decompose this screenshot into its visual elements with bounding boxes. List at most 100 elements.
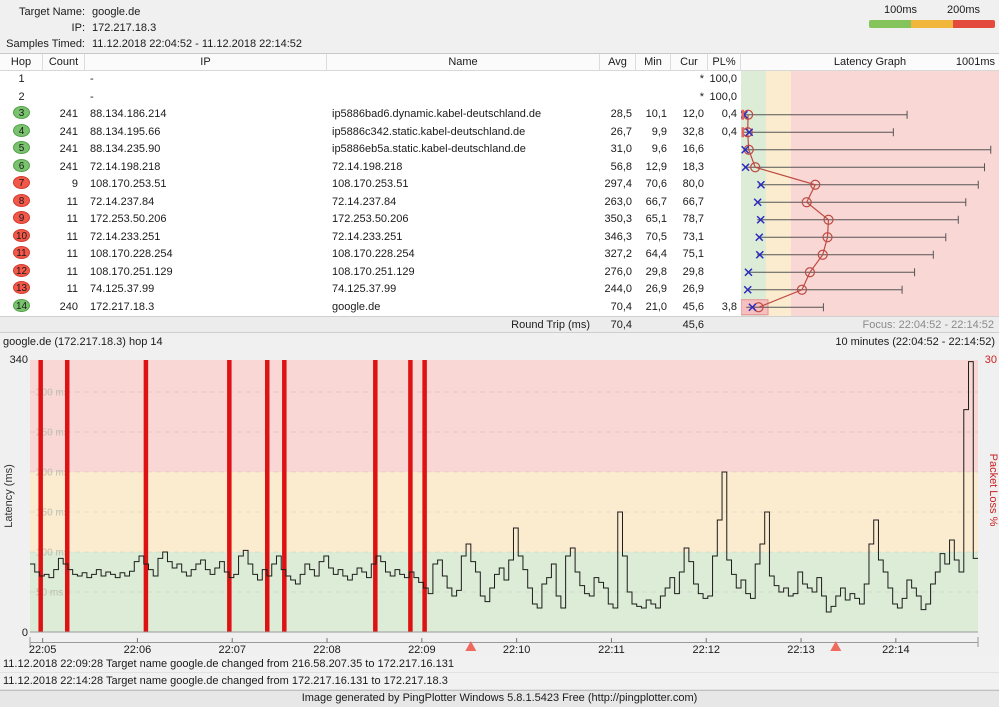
hop-status-badge: 14	[13, 299, 30, 312]
hop-pl: 100,0	[708, 89, 741, 107]
hop-number: 13	[0, 281, 43, 299]
hop-min	[636, 89, 671, 107]
hop-count: 11	[43, 194, 85, 212]
hop-avg: 70,4	[600, 299, 636, 317]
hop-name: 74.125.37.99	[327, 281, 600, 299]
hop-avg: 28,5	[600, 106, 636, 124]
col-header-cur[interactable]: Cur	[671, 54, 708, 71]
packet-loss-bar	[265, 360, 270, 632]
hop-min: 21,0	[636, 299, 671, 317]
hop-avg: 56,8	[600, 159, 636, 177]
hop-status-badge: 12	[13, 264, 30, 277]
packet-loss-bar	[38, 360, 43, 632]
timeline-graph[interactable]: 300 ms250 ms200 ms150 ms100 ms50 ms22:05…	[0, 350, 999, 656]
hop-name: 72.14.233.251	[327, 229, 600, 247]
hop-min: 10,1	[636, 106, 671, 124]
hop-name: google.de	[327, 299, 600, 317]
samples-timed-value: 11.12.2018 22:04:52 - 11.12.2018 22:14:5…	[92, 36, 302, 52]
hop-cur: 80,0	[671, 176, 708, 194]
hop-ip: 108.170.228.254	[85, 246, 327, 264]
hop-number: 4	[0, 124, 43, 142]
hop-cur: 26,9	[671, 281, 708, 299]
packet-loss-marker	[742, 127, 745, 137]
col-header-name[interactable]: Name	[327, 54, 600, 71]
time-tick-label: 22:10	[503, 644, 531, 656]
hop-ip: 108.170.253.51	[85, 176, 327, 194]
round-trip-cur: 45,6	[671, 317, 708, 334]
hop-avg	[600, 71, 636, 89]
hop-ip: 72.14.198.218	[85, 159, 327, 177]
hop-pl: 100,0	[708, 71, 741, 89]
hop-status-badge: 3	[13, 106, 30, 119]
packet-loss-bar	[282, 360, 287, 632]
hop-status-badge: 6	[13, 159, 30, 172]
pingplotter-window: Target Name: google.de IP: 172.217.18.3 …	[0, 0, 999, 706]
time-tick-label: 22:11	[598, 644, 625, 656]
hop-table-body: 1-*100,02-*100,0324188.134.186.214ip5886…	[0, 71, 999, 316]
col-header-hop[interactable]: Hop	[0, 54, 43, 71]
latency-color-legend: 100ms 200ms	[869, 4, 995, 28]
round-trip-row: Round Trip (ms) 70,4 45,6 Focus: 22:04:5…	[0, 316, 999, 333]
hop-ip: 172.253.50.206	[85, 211, 327, 229]
packet-loss-bar	[408, 360, 413, 632]
hop-status-badge: 9	[13, 211, 30, 224]
hop-status-badge: 8	[13, 194, 30, 207]
col-header-count[interactable]: Count	[43, 54, 85, 71]
col-header-ip[interactable]: IP	[85, 54, 327, 71]
hop-status-badge: 4	[13, 124, 30, 137]
hop-ip: 72.14.237.84	[85, 194, 327, 212]
hop-pl	[708, 246, 741, 264]
hop-cur: 12,0	[671, 106, 708, 124]
hop-number: 9	[0, 211, 43, 229]
ip-label: IP:	[0, 20, 85, 36]
legend-200ms-label: 200ms	[932, 4, 995, 18]
hop-count: 9	[43, 176, 85, 194]
hop-status-badge: 7	[13, 176, 30, 189]
hop-avg: 26,7	[600, 124, 636, 142]
col-header-min[interactable]: Min	[636, 54, 671, 71]
col-header-latency-graph[interactable]: Latency Graph1001ms	[741, 54, 999, 71]
hop-status-badge: 5	[13, 141, 30, 154]
hop-table-header: HopCountIPNameAvgMinCurPL%Latency Graph1…	[0, 54, 999, 71]
hop-count: 11	[43, 246, 85, 264]
hop-pl	[708, 229, 741, 247]
hop-count	[43, 89, 85, 107]
hop-min: 70,5	[636, 229, 671, 247]
time-tick-label: 22:06	[124, 644, 152, 656]
hop-cur: 66,7	[671, 194, 708, 212]
timeline-header: google.de (172.217.18.3) hop 14 10 minut…	[0, 333, 999, 350]
hop-min: 29,8	[636, 264, 671, 282]
hop-cur: 32,8	[671, 124, 708, 142]
col-header-pl-[interactable]: PL%	[708, 54, 741, 71]
packet-loss-axis-title: Packet Loss %	[987, 454, 999, 527]
time-tick-label: 22:09	[408, 644, 436, 656]
hop-number: 10	[0, 229, 43, 247]
target-name-label: Target Name:	[0, 4, 85, 20]
hop-count: 11	[43, 264, 85, 282]
round-trip-avg: 70,4	[600, 317, 636, 334]
hop-name: ip5886c342.static.kabel-deutschland.de	[327, 124, 600, 142]
hop-status-badge: 10	[13, 229, 30, 242]
hop-count: 241	[43, 106, 85, 124]
latency-graph[interactable]	[741, 71, 999, 316]
legend-green-segment	[869, 20, 911, 28]
time-tick-label: 22:13	[787, 644, 815, 656]
hop-count: 11	[43, 281, 85, 299]
hop-name: 172.253.50.206	[327, 211, 600, 229]
hop-min: 65,1	[636, 211, 671, 229]
hop-number: 1	[0, 71, 43, 89]
hop-avg: 31,0	[600, 141, 636, 159]
packet-loss-bar	[65, 360, 70, 632]
hop-pl	[708, 264, 741, 282]
footer-credit: Image generated by PingPlotter Windows 5…	[0, 690, 999, 707]
hop-min	[636, 71, 671, 89]
hop-pl: 0,4	[708, 106, 741, 124]
hop-cur: 29,8	[671, 264, 708, 282]
hop-count: 241	[43, 159, 85, 177]
hop-number: 12	[0, 264, 43, 282]
col-header-avg[interactable]: Avg	[600, 54, 636, 71]
packet-loss-marker	[742, 110, 745, 120]
ip-value: 172.217.18.3	[92, 20, 156, 36]
hop-min: 70,6	[636, 176, 671, 194]
hop-table: HopCountIPNameAvgMinCurPL%Latency Graph1…	[0, 53, 999, 333]
